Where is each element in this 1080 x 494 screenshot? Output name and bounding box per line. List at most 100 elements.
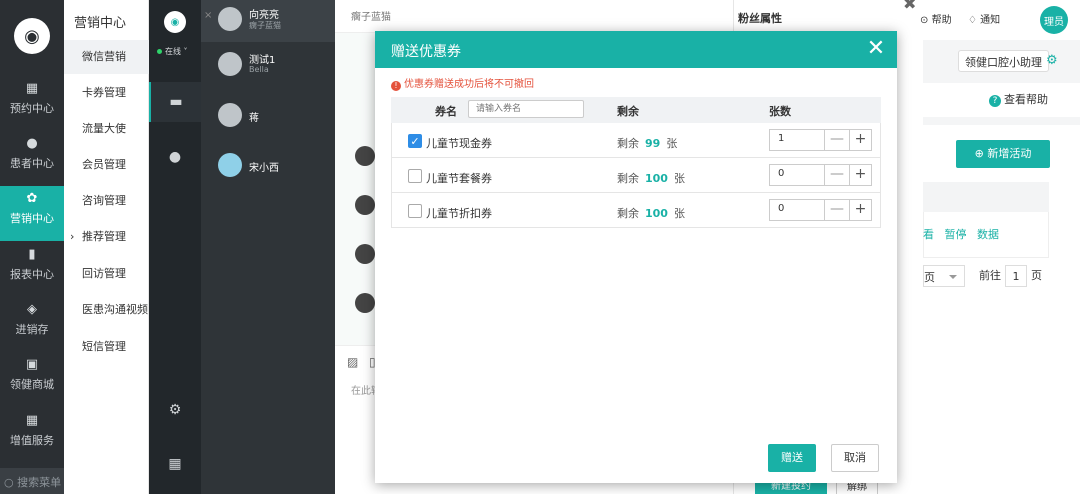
nav-marketing[interactable]: ✿ 营销中心 <box>0 186 64 241</box>
column-remaining: 剩余 <box>617 105 639 118</box>
coupon-search-input[interactable] <box>468 100 584 118</box>
contact-item[interactable]: 蒋 <box>201 96 335 138</box>
close-icon[interactable]: ✖ <box>903 0 916 13</box>
calendar-icon: ▦ <box>25 81 39 96</box>
notify-link[interactable]: ♢ 通知 <box>968 11 1000 26</box>
image-icon[interactable]: ▨ <box>347 355 358 369</box>
shop-icon: ▣ <box>25 357 39 372</box>
app-logo[interactable]: ◉ <box>14 18 50 54</box>
layers-icon: ◈ <box>27 302 37 317</box>
page-suffix: 页 <box>1031 269 1042 282</box>
gear-icon[interactable]: ⚙ <box>1046 53 1058 68</box>
coupon-remaining: 剩余 100 张 <box>617 205 685 221</box>
close-icon[interactable]: ✕ <box>864 35 888 63</box>
row-actions: 看 暂停 数据 <box>923 226 999 242</box>
view-link[interactable]: 看 <box>923 228 934 241</box>
contact-name: 蒋 <box>249 113 259 124</box>
nav-label: 领健商城 <box>10 378 54 391</box>
nav-patient[interactable]: ● 患者中心 <box>0 131 64 186</box>
plus-icon[interactable]: + <box>849 130 871 150</box>
view-help-label: 查看帮助 <box>1004 93 1048 106</box>
submenu-item-followup[interactable]: 回访管理 <box>64 257 149 291</box>
contact-item[interactable]: 宋小西 <box>201 146 335 188</box>
submenu-item-sms[interactable]: 短信管理 <box>64 330 149 364</box>
submenu-item-members[interactable]: 会员管理 <box>64 148 149 182</box>
coupon-checkbox[interactable] <box>408 204 422 218</box>
online-label: 在线 <box>165 47 181 56</box>
nav-reports[interactable]: ▮ 报表中心 <box>0 242 64 297</box>
pause-link[interactable]: 暂停 <box>945 228 967 241</box>
nav-shop[interactable]: ▣ 领健商城 <box>0 352 64 407</box>
contacts-icon: ● <box>168 149 182 165</box>
send-button[interactable]: 赠送 <box>768 444 816 472</box>
nav-inventory[interactable]: ◈ 进销存 <box>0 297 64 352</box>
chat-tab-messages[interactable]: ▬ <box>149 82 201 122</box>
help-link[interactable]: ⊙ 帮助 <box>920 11 952 26</box>
submenu-item-video[interactable]: 医患沟通视频 <box>64 293 149 327</box>
remaining-prefix: 剩余 <box>617 137 639 150</box>
user-avatar[interactable]: 理员 <box>1040 6 1068 34</box>
remaining-value: 99 <box>645 137 661 150</box>
assistant-select[interactable]: 领健口腔小助理 <box>958 50 1049 72</box>
contact-sub: 瘸子蓝猫 <box>249 21 281 30</box>
close-icon[interactable]: × <box>204 10 212 21</box>
minus-icon[interactable]: — <box>824 130 849 150</box>
page-size-select[interactable]: 页 <box>923 265 965 287</box>
chat-logo: ◉ <box>164 11 186 33</box>
quantity-stepper[interactable]: 1 — + <box>769 129 872 151</box>
submenu-item-wechat[interactable]: 微信营销 <box>64 40 149 74</box>
submenu-item-coupons[interactable]: 卡券管理 <box>64 76 149 110</box>
coupon-remaining: 剩余 100 张 <box>617 170 685 186</box>
gear-icon: ⚙ <box>168 402 182 418</box>
menu-search[interactable]: ○ 搜索菜单 <box>0 468 64 494</box>
remaining-value: 100 <box>645 207 668 220</box>
coupon-checkbox[interactable]: ✓ <box>408 134 422 148</box>
minus-icon[interactable]: — <box>824 200 849 220</box>
chat-tab-contacts[interactable]: ● <box>149 137 201 177</box>
contact-item[interactable]: 测试1 Bella <box>201 45 335 87</box>
pagination: 页前往 1 页 <box>923 265 1042 287</box>
contact-name: 向亮亮 <box>249 10 279 21</box>
plus-icon[interactable]: + <box>849 200 871 220</box>
quantity-stepper[interactable]: 0 — + <box>769 164 872 186</box>
page-size-label: 页 <box>924 271 935 284</box>
submenu-item-ambassador[interactable]: 流量大使 <box>64 112 149 146</box>
data-link[interactable]: 数据 <box>977 228 999 241</box>
avatar <box>355 293 375 313</box>
quantity-stepper[interactable]: 0 — + <box>769 199 872 221</box>
contact-item[interactable]: 向亮亮 瘸子蓝猫 <box>201 0 335 42</box>
quantity-value[interactable]: 0 <box>778 168 784 179</box>
nav-label: 预约中心 <box>10 102 54 115</box>
online-status[interactable]: 在线 ˅ <box>157 46 188 57</box>
nav-label: 营销中心 <box>10 212 54 225</box>
chat-apps[interactable]: ▦ <box>149 444 201 484</box>
grid-icon: ▦ <box>25 413 39 428</box>
cancel-button[interactable]: 取消 <box>831 444 879 472</box>
avatar <box>218 103 242 127</box>
remaining-prefix: 剩余 <box>617 207 639 220</box>
remaining-value: 100 <box>645 172 668 185</box>
warning-text: ! 优惠券赠送成功后将不可撤回 <box>391 75 534 91</box>
plus-icon[interactable]: + <box>849 165 871 185</box>
page-input[interactable]: 1 <box>1005 265 1027 287</box>
contact-name: 宋小西 <box>249 163 279 174</box>
quantity-value[interactable]: 0 <box>778 203 784 214</box>
submenu-item-consult[interactable]: 咨询管理 <box>64 184 149 218</box>
chevron-right-icon: › <box>70 230 75 243</box>
bar-chart-icon: ▮ <box>28 247 36 262</box>
submenu-item-referral[interactable]: › 推荐管理 <box>64 220 149 254</box>
help-icon: ⊙ <box>920 15 929 26</box>
view-help-link[interactable]: ? 查看帮助 <box>923 83 1080 117</box>
chat-settings[interactable]: ⚙ <box>149 390 201 430</box>
nav-label: 增值服务 <box>10 434 54 447</box>
quantity-value[interactable]: 1 <box>778 133 784 144</box>
nav-value-added[interactable]: ▦ 增值服务 <box>0 408 64 463</box>
nav-appointment[interactable]: ▦ 预约中心 <box>0 76 64 131</box>
new-activity-button[interactable]: ⊕ 新增活动 <box>956 140 1050 168</box>
chat-header: 瘸子蓝猫 <box>335 0 733 33</box>
minus-icon[interactable]: — <box>824 165 849 185</box>
coupon-checkbox[interactable] <box>408 169 422 183</box>
coupon-name: 儿童节现金券 <box>426 137 492 150</box>
avatar <box>355 195 375 215</box>
question-icon: ? <box>989 95 1001 107</box>
